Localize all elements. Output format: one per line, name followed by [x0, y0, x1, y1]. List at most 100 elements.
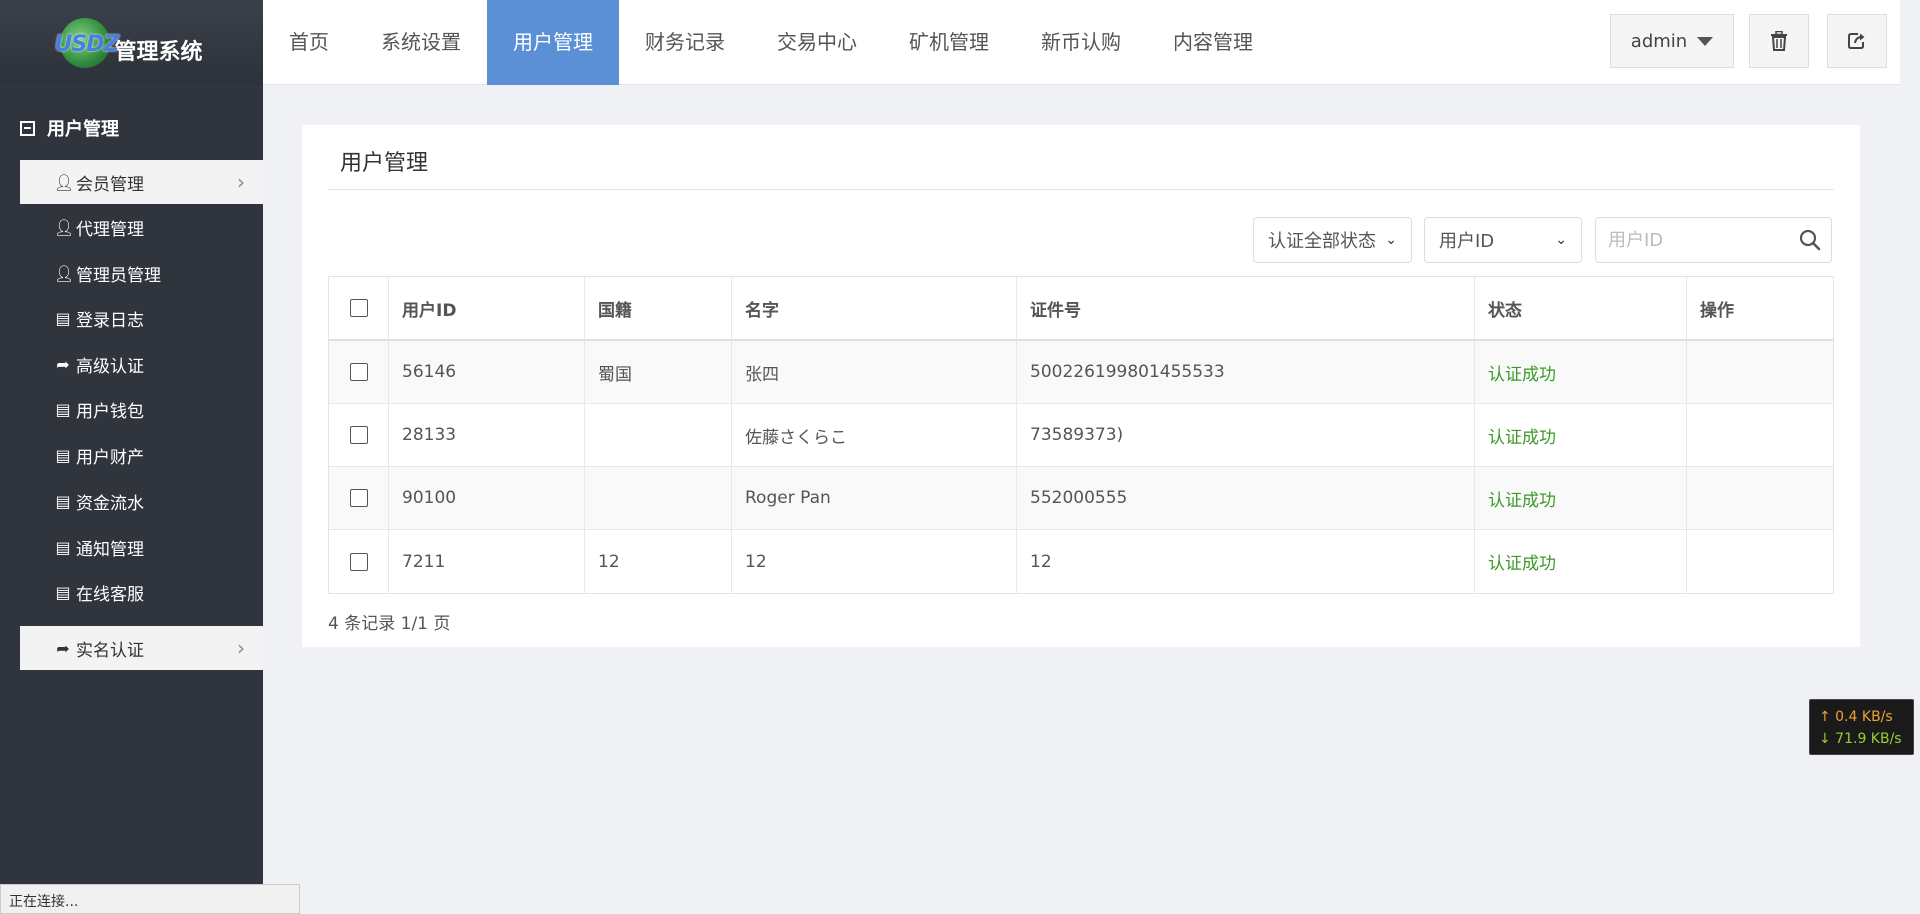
column-header: 国籍 — [585, 277, 732, 339]
sidebar-item-agents[interactable]: 👤︎ 代理管理 — [20, 205, 263, 249]
share-icon: ➦ — [56, 354, 70, 374]
cell-document-number: 552000555 — [1017, 467, 1475, 529]
cell-document-number: 73589373) — [1017, 404, 1475, 466]
table-row: 28133 佐藤さくらこ 73589373) 认证成功 — [329, 404, 1833, 467]
cell-user-id: 90100 — [389, 467, 585, 529]
sidebar-item-user-assets[interactable]: ▤ 用户财产 — [20, 433, 263, 477]
admin-dropdown-button[interactable]: admin — [1610, 14, 1734, 68]
sidebar-item-fund-flow[interactable]: ▤ 资金流水 — [20, 479, 263, 523]
row-checkbox[interactable] — [349, 552, 368, 571]
sidebar-item-members[interactable]: 👤︎ 会员管理 › — [20, 160, 263, 204]
search-input[interactable] — [1596, 218, 1776, 262]
sidebar-item-advanced-verification[interactable]: ➦ 高级认证 — [20, 342, 263, 386]
sidebar-section-header[interactable]: 用户管理 — [20, 115, 119, 141]
list-icon: ▤ — [55, 537, 71, 557]
sidebar-item-label: 管理员管理 — [76, 265, 161, 286]
status-text: 认证成功 — [1475, 404, 1687, 466]
logout-button[interactable] — [1827, 14, 1887, 68]
users-table: 用户ID 国籍 名字 证件号 状态 操作 56146 蜀国 张四 5002261… — [328, 276, 1834, 594]
logo-mark: USDZ — [54, 31, 119, 57]
cell-name: 佐藤さくらこ — [732, 404, 1017, 466]
row-checkbox[interactable] — [349, 489, 368, 507]
status-text: 认证成功 — [1475, 341, 1687, 403]
page-title: 用户管理 — [340, 151, 429, 176]
sidebar-item-label: 代理管理 — [76, 219, 144, 240]
chevron-right-icon: › — [237, 170, 245, 194]
list-icon: ▤ — [55, 582, 71, 602]
sidebar-item-login-log[interactable]: ▤ 登录日志 — [20, 296, 263, 340]
globe-logo-icon: USDZ — [54, 17, 119, 68]
clear-cache-button[interactable] — [1749, 14, 1809, 68]
nav-user-management[interactable]: 用户管理 — [487, 0, 619, 85]
user-icon: 👤︎ — [54, 217, 75, 237]
sidebar-item-label: 实名认证 — [76, 640, 144, 661]
table-row: 90100 Roger Pan 552000555 认证成功 — [329, 467, 1833, 530]
nav-finance-records[interactable]: 财务记录 — [619, 0, 751, 85]
column-header: 名字 — [732, 277, 1017, 339]
column-header: 操作 — [1700, 300, 1734, 321]
caret-down-icon — [1697, 36, 1714, 46]
sidebar-item-notifications[interactable]: ▤ 通知管理 — [20, 525, 263, 569]
sidebar-item-user-wallet[interactable]: ▤ 用户钱包 — [20, 387, 263, 431]
table-row: 7211 12 12 12 认证成功 — [329, 530, 1833, 593]
chevron-right-icon: › — [237, 636, 245, 660]
sidebar-section-title: 用户管理 — [47, 119, 119, 140]
status-text: 认证成功 — [1475, 467, 1687, 529]
nav-content-management[interactable]: 内容管理 — [1147, 0, 1279, 85]
cell-actions — [1687, 467, 1833, 529]
sidebar: 用户管理 👤︎ 会员管理 › 👤︎ 代理管理 👤︎ 管理员管理 ▤ 登录日志 ➦… — [0, 85, 263, 914]
sidebar-item-label: 用户财产 — [76, 447, 144, 468]
sidebar-item-online-support[interactable]: ▤ 在线客服 — [20, 570, 263, 614]
list-icon: ▤ — [55, 445, 71, 465]
record-count: 4 条记录 1/1 页 — [328, 614, 451, 634]
nav-trading-center[interactable]: 交易中心 — [751, 0, 883, 85]
logo: USDZ 管理系统 — [0, 0, 263, 85]
user-icon: 👤︎ — [54, 172, 75, 192]
sidebar-item-label: 用户钱包 — [76, 401, 144, 422]
select-all-checkbox[interactable] — [349, 299, 368, 317]
search-icon[interactable] — [1799, 229, 1821, 251]
row-checkbox[interactable] — [349, 363, 368, 381]
cell-actions — [1687, 341, 1833, 403]
browser-status-bar: 正在连接... — [0, 884, 300, 914]
logout-icon — [1848, 33, 1865, 49]
nav-system-settings[interactable]: 系统设置 — [355, 0, 487, 85]
list-icon: ▤ — [55, 399, 71, 419]
cell-document-number: 500226199801455533 — [1017, 341, 1475, 403]
network-speed-widget: ↑ 0.4 KB/s ↓ 71.9 KB/s — [1809, 699, 1914, 755]
row-checkbox[interactable] — [349, 426, 368, 444]
chevron-down-icon: ⌄ — [1385, 232, 1397, 248]
nav-miner-management[interactable]: 矿机管理 — [883, 0, 1015, 85]
status-filter-value: 认证全部状态 — [1268, 231, 1376, 252]
search-field-select[interactable]: 用户ID ⌄ — [1424, 217, 1582, 263]
cell-nationality: 12 — [585, 530, 732, 593]
cell-document-number: 12 — [1017, 530, 1475, 593]
content-panel: 用户管理 认证全部状态 ⌄ 用户ID ⌄ 用户ID 国籍 名字 证件号 状态 操… — [302, 125, 1860, 647]
cell-nationality — [585, 467, 732, 529]
nav-home[interactable]: 首页 — [263, 0, 355, 85]
admin-username: admin — [1630, 30, 1688, 52]
main-nav: 首页 系统设置 用户管理 财务记录 交易中心 矿机管理 新币认购 内容管理 — [263, 0, 1279, 85]
status-filter-select[interactable]: 认证全部状态 ⌄ — [1253, 217, 1412, 263]
collapse-icon — [20, 120, 35, 136]
cell-user-id: 28133 — [389, 404, 585, 466]
search-field-value: 用户ID — [1439, 231, 1495, 252]
sidebar-item-label: 登录日志 — [76, 310, 144, 331]
table-header: 用户ID 国籍 名字 证件号 状态 操作 — [329, 277, 1833, 341]
nav-new-coin-subscription[interactable]: 新币认购 — [1015, 0, 1147, 85]
column-header: 状态 — [1475, 277, 1687, 339]
sidebar-item-label: 资金流水 — [76, 493, 144, 514]
sidebar-item-real-name-verification[interactable]: ➦ 实名认证 › — [20, 626, 263, 670]
cell-user-id: 56146 — [389, 341, 585, 403]
divider — [328, 189, 1834, 190]
column-header: 证件号 — [1017, 277, 1475, 339]
search-box — [1595, 217, 1832, 263]
status-text: 认证成功 — [1475, 530, 1687, 593]
column-header: 用户ID — [389, 277, 585, 339]
cell-name: Roger Pan — [732, 467, 1017, 529]
list-icon: ▤ — [55, 491, 71, 511]
logo-text: 管理系统 — [114, 39, 203, 65]
cell-actions — [1687, 530, 1833, 593]
table-row: 56146 蜀国 张四 500226199801455533 认证成功 — [329, 341, 1833, 404]
sidebar-item-administrators[interactable]: 👤︎ 管理员管理 — [20, 251, 263, 295]
